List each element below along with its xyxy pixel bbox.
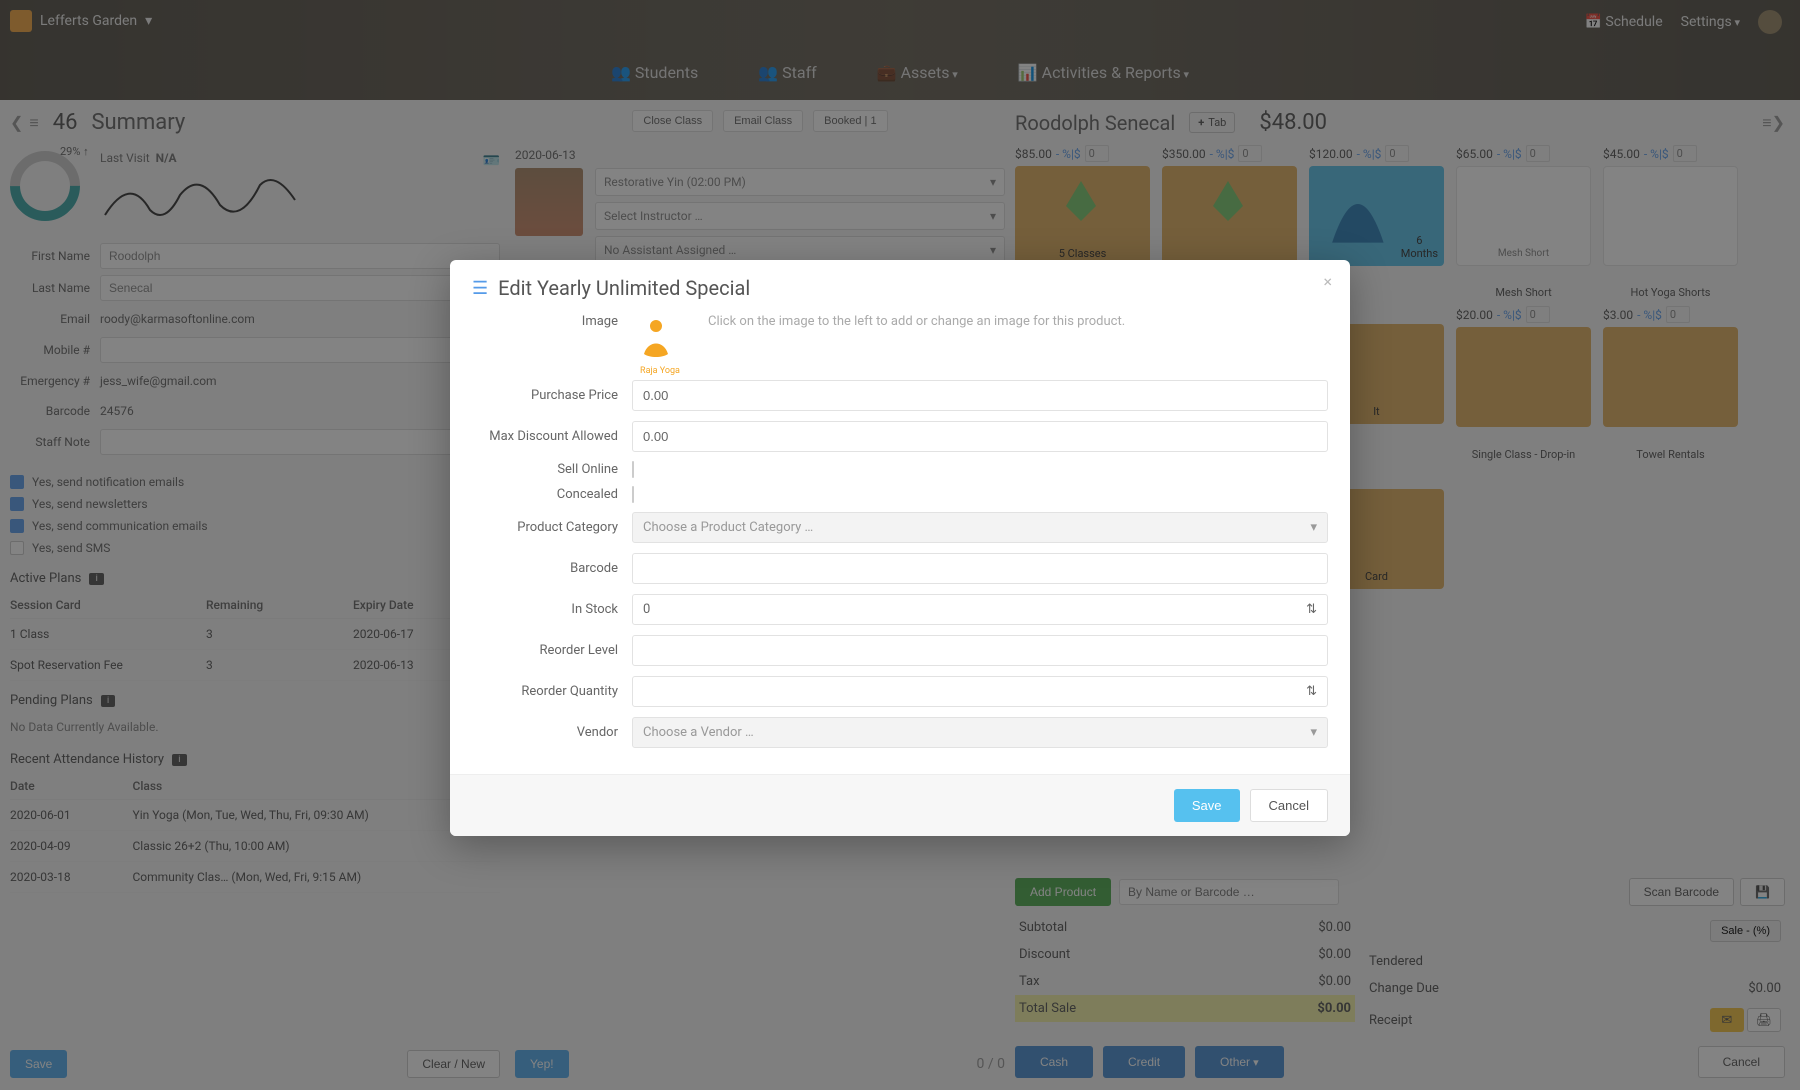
chevron-down-icon: ▾ [1310, 725, 1317, 740]
modal-save-button[interactable]: Save [1174, 789, 1240, 822]
product-image[interactable]: Raja Yoga [632, 314, 688, 370]
product-category-select[interactable]: Choose a Product Category …▾ [632, 512, 1328, 543]
list-icon: ☰ [472, 278, 488, 299]
sell-online-checkbox[interactable] [632, 461, 634, 478]
edit-product-modal: ☰ Edit Yearly Unlimited Special × Image … [450, 260, 1350, 836]
modal-title: Edit Yearly Unlimited Special [498, 276, 750, 300]
chevron-down-icon: ▾ [1310, 520, 1317, 535]
stepper-icon: ⇅ [1306, 602, 1317, 617]
barcode-input[interactable] [632, 553, 1328, 584]
modal-cancel-button[interactable]: Cancel [1250, 789, 1328, 822]
vendor-select[interactable]: Choose a Vendor …▾ [632, 717, 1328, 748]
image-hint: Click on the image to the left to add or… [708, 314, 1125, 329]
purchase-price-input[interactable] [632, 380, 1328, 411]
reorder-level-input[interactable] [632, 635, 1328, 666]
reorder-qty-input[interactable]: ⇅ [632, 676, 1328, 707]
stepper-icon: ⇅ [1306, 684, 1317, 699]
modal-overlay: ☰ Edit Yearly Unlimited Special × Image … [0, 0, 1800, 1090]
concealed-checkbox[interactable] [632, 486, 634, 503]
in-stock-input[interactable]: 0⇅ [632, 594, 1328, 625]
close-icon[interactable]: × [1323, 272, 1332, 291]
max-discount-input[interactable] [632, 421, 1328, 452]
